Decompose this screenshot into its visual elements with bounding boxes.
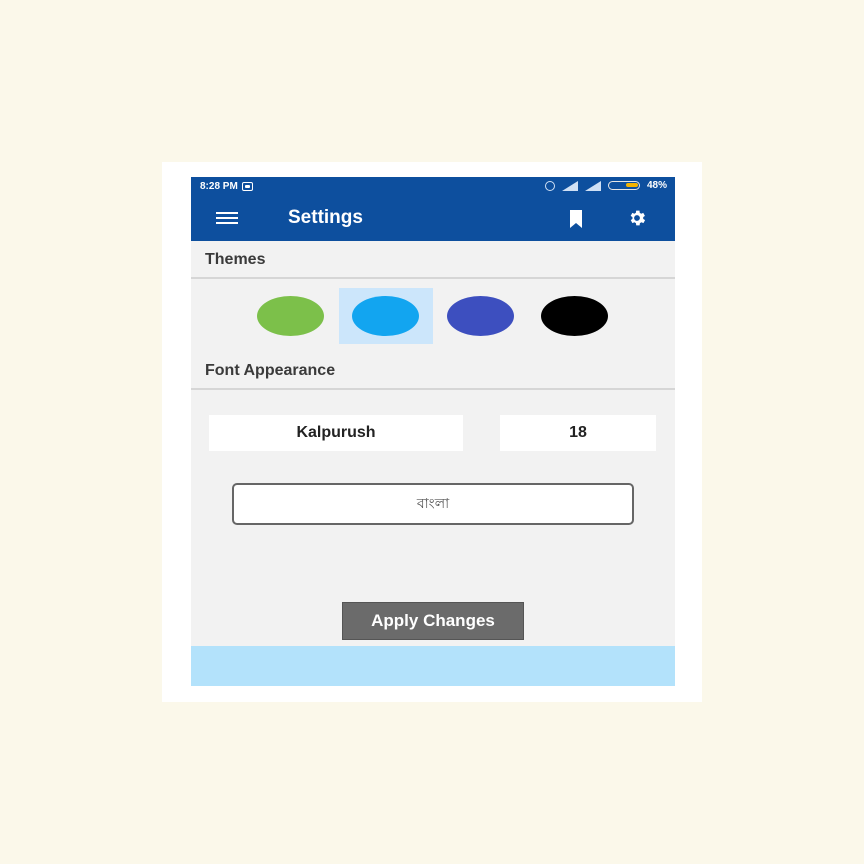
bottom-bar (191, 646, 675, 686)
notification-icon (241, 182, 253, 191)
alarm-icon (544, 180, 555, 191)
hamburger-menu-icon[interactable] (216, 212, 238, 226)
theme-swatch-green[interactable] (257, 296, 324, 336)
app-bar: Settings (191, 196, 675, 241)
theme-swatch-black[interactable] (541, 296, 608, 336)
signal-icon (561, 180, 578, 191)
status-time: 8:28 PM (200, 181, 238, 192)
apply-changes-button[interactable]: Apply Changes (342, 602, 524, 640)
font-appearance-section-header: Font Appearance (191, 352, 675, 390)
gear-icon[interactable] (627, 208, 647, 228)
phone-screen: 8:28 PM 48% Settings Themes Font Appeara… (191, 177, 675, 686)
status-left: 8:28 PM (200, 181, 253, 192)
theme-swatch-light-blue[interactable] (352, 296, 419, 336)
status-bar: 8:28 PM 48% (191, 177, 675, 196)
bookmark-icon[interactable] (569, 210, 583, 228)
battery-icon (607, 181, 640, 190)
battery-percent: 48% (646, 180, 667, 191)
page-title: Settings (288, 207, 363, 228)
status-right: 48% (544, 180, 667, 191)
signal-icon-2 (584, 180, 601, 191)
font-appearance-label: Font Appearance (205, 362, 336, 379)
font-name-selector[interactable]: Kalpurush (209, 415, 463, 451)
theme-swatch-indigo[interactable] (447, 296, 514, 336)
themes-label: Themes (205, 251, 266, 268)
font-preview-box: বাংলা (232, 483, 634, 525)
font-preview-text: বাংলা (416, 495, 450, 511)
font-size-selector[interactable]: 18 (500, 415, 656, 451)
themes-section-header: Themes (191, 241, 675, 279)
